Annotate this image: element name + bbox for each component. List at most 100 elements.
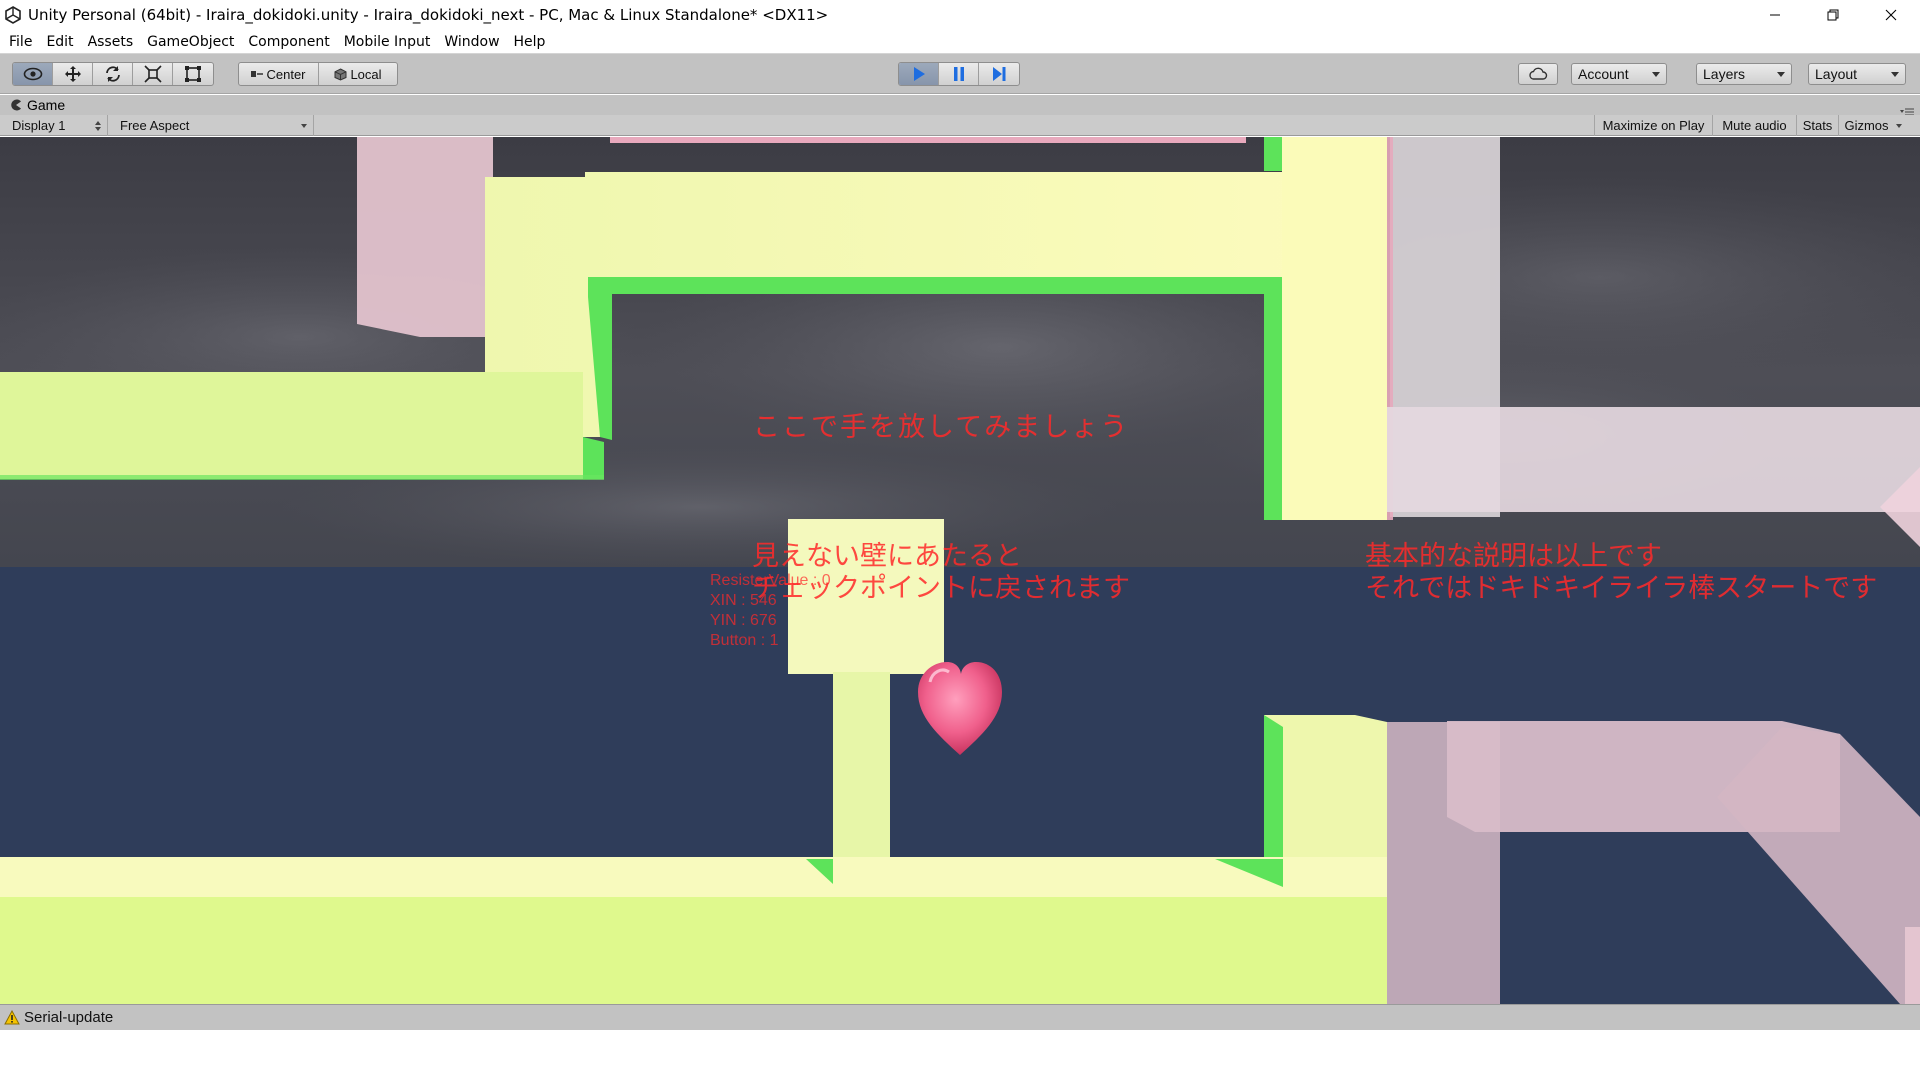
rotate-tool-button[interactable] (93, 63, 133, 85)
stepper-arrows-icon (95, 121, 101, 131)
maximize-on-play-label: Maximize on Play (1602, 118, 1705, 133)
rotate-icon (105, 66, 120, 82)
mute-audio-toggle[interactable]: Mute audio (1712, 115, 1796, 136)
left-beam-bottom-edge (0, 475, 604, 480)
layout-label: Layout (1815, 66, 1858, 82)
pink-wall-topleft (357, 137, 493, 337)
game-viewport[interactable]: ここで手を放してみましょう 見えない壁にあたると チェックポイントに戻されます … (0, 137, 1920, 1004)
maximize-on-play-toggle[interactable]: Maximize on Play (1594, 115, 1712, 136)
layers-label: Layers (1703, 66, 1746, 82)
main-toolbar: Center Local Account Layers Layout (0, 54, 1920, 94)
rect-tool-icon (185, 66, 201, 82)
minimize-icon (1770, 14, 1780, 16)
menu-gameobject[interactable]: GameObject (142, 34, 243, 50)
chevron-down-icon (301, 124, 307, 128)
hint-release-text: ここで手を放してみましょう (753, 412, 1130, 443)
stats-label: Stats (1802, 118, 1833, 133)
pivot-center-button[interactable]: Center (239, 63, 319, 85)
playback-controls (898, 62, 1020, 86)
minimize-button[interactable] (1746, 0, 1804, 30)
step-forward-icon (993, 67, 1006, 81)
pivot-toggles: Center Local (238, 62, 398, 86)
upper-beam-green-top (1264, 137, 1282, 171)
scale-icon (143, 65, 162, 83)
chevron-down-icon (1652, 72, 1660, 77)
game-view-controls: Display 1 Free Aspect Maximize on Play M… (0, 115, 1920, 136)
end-line-2: それではドキドキイライラ棒スタートです (1365, 573, 1878, 604)
move-tool-button[interactable] (53, 63, 93, 85)
lower-right-green-edge (1264, 715, 1283, 882)
upper-beam-green-edge (1264, 277, 1282, 520)
transform-tools (12, 62, 214, 86)
menu-window[interactable]: Window (439, 34, 508, 50)
tab-game-label: Game (27, 97, 66, 113)
menu-help[interactable]: Help (509, 34, 555, 50)
close-icon (1885, 9, 1897, 21)
game-panel-header: Game (0, 95, 1920, 116)
lower-right-pink-bar (1905, 927, 1920, 1004)
cloud-button[interactable] (1519, 64, 1557, 84)
tab-game[interactable]: Game (10, 97, 65, 113)
play-button[interactable] (899, 63, 939, 85)
unity-editor-window: Unity Personal (64bit) - Iraira_dokidoki… (0, 0, 1920, 1080)
space-local-label: Local (350, 66, 382, 82)
mute-audio-label: Mute audio (1722, 118, 1787, 133)
account-label: Account (1578, 66, 1629, 82)
left-beam-green-edge (583, 437, 604, 479)
menu-component[interactable]: Component (243, 34, 338, 50)
pivot-center-label: Center (266, 66, 306, 82)
restore-button[interactable] (1804, 0, 1862, 30)
debug-readout: ResisterValue : 0 XIN : 546 YIN : 676 Bu… (710, 571, 831, 651)
hint-wall-line-1: 見えない壁にあたると (752, 541, 1022, 572)
end-text: 基本的な説明は以上です それではドキドキイライラ棒スタートです (1365, 541, 1877, 605)
warning-icon (4, 1010, 20, 1025)
gizmos-dropdown[interactable]: Gizmos (1838, 115, 1904, 136)
layout-dropdown[interactable]: Layout (1808, 63, 1906, 85)
menu-edit[interactable]: Edit (41, 34, 82, 50)
debug-button: Button : 1 (710, 632, 779, 649)
aspect-select[interactable]: Free Aspect (114, 115, 314, 136)
view-tool-button[interactable] (13, 63, 53, 85)
rect-tool-button[interactable] (173, 63, 213, 85)
right-column (1282, 137, 1387, 520)
floor-top (0, 857, 1387, 897)
display-select[interactable]: Display 1 (6, 115, 108, 136)
layers-dropdown[interactable]: Layers (1696, 63, 1792, 85)
pink-wall-top-strip (610, 137, 1246, 143)
space-local-button[interactable]: Local (319, 63, 397, 85)
chevron-down-icon (1896, 124, 1902, 128)
window-controls (1746, 0, 1920, 30)
window-title: Unity Personal (64bit) - Iraira_dokidoki… (28, 6, 829, 24)
floor (0, 897, 1387, 1004)
menu-mobile-input[interactable]: Mobile Input (339, 34, 440, 50)
menu-file[interactable]: File (4, 34, 41, 50)
stats-toggle[interactable]: Stats (1796, 115, 1838, 136)
unity-logo-icon (2, 4, 24, 26)
restore-icon (1827, 9, 1839, 21)
menu-bar: File Edit Assets GameObject Component Mo… (0, 30, 1920, 54)
aspect-select-label: Free Aspect (120, 118, 190, 133)
debug-resister: ResisterValue : 0 (710, 572, 831, 589)
status-message[interactable]: Serial-update (24, 1009, 113, 1026)
title-bar: Unity Personal (64bit) - Iraira_dokidoki… (0, 0, 1920, 30)
pause-button[interactable] (939, 63, 979, 85)
chevron-down-icon (1777, 72, 1785, 77)
debug-yin: YIN : 676 (710, 612, 777, 629)
pivot-center-icon (251, 71, 264, 77)
pause-icon (953, 67, 964, 81)
pacman-icon (11, 99, 21, 111)
cube-icon (334, 67, 347, 81)
menu-assets[interactable]: Assets (83, 34, 143, 50)
display-select-label: Display 1 (12, 118, 66, 133)
debug-xin: XIN : 546 (710, 592, 777, 609)
play-icon (913, 67, 925, 81)
cloud-icon (1529, 67, 1548, 80)
close-button[interactable] (1862, 0, 1920, 30)
account-dropdown[interactable]: Account (1571, 63, 1667, 85)
step-button[interactable] (979, 63, 1019, 85)
end-line-1: 基本的な説明は以上です (1365, 541, 1662, 572)
move-arrows-icon (64, 66, 81, 82)
scale-tool-button[interactable] (133, 63, 173, 85)
status-bar: Serial-update (0, 1004, 1920, 1030)
left-beam (0, 372, 583, 479)
